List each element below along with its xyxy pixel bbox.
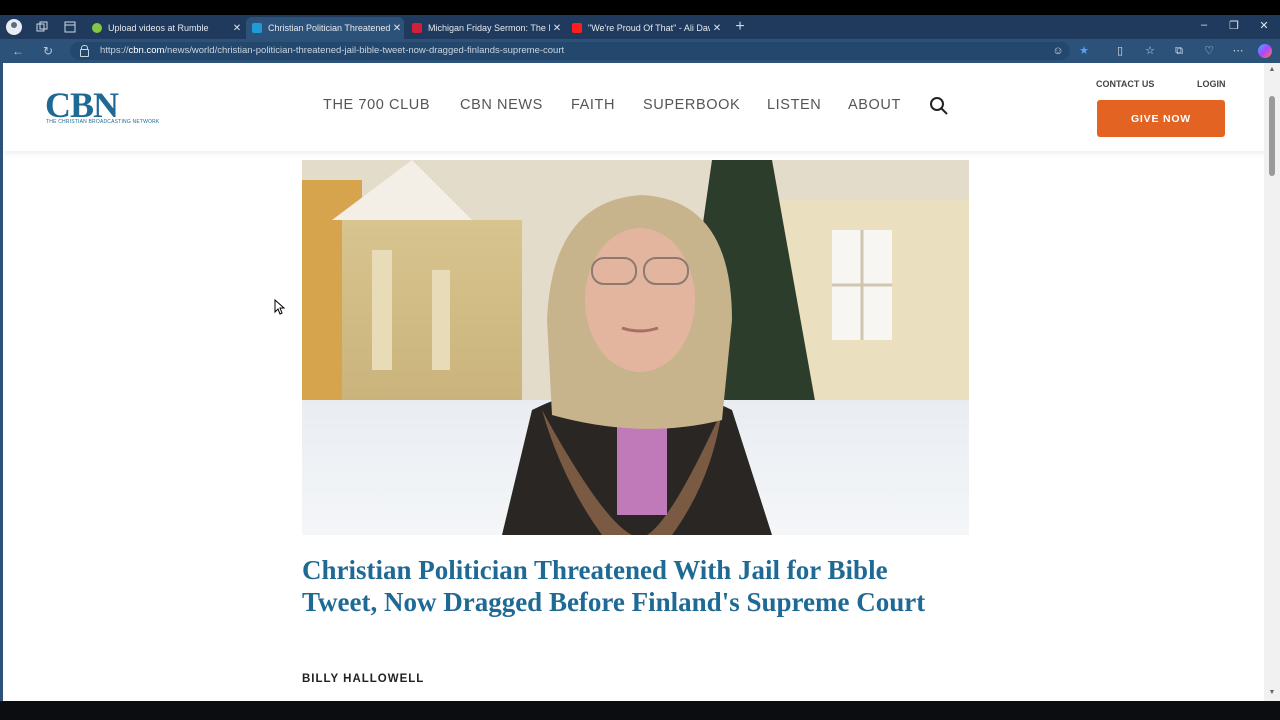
favorites-icon[interactable]: ☆ [1142, 43, 1158, 59]
close-icon[interactable]: ✕ [390, 23, 404, 34]
rumble-favicon-icon [92, 23, 102, 33]
more-icon[interactable]: ⋯ [1230, 43, 1246, 59]
logo-subtitle: THE CHRISTIAN BROADCASTING NETWORK [46, 119, 160, 125]
split-screen-icon[interactable]: ▯ [1112, 43, 1128, 59]
url-prefix: https:// [100, 45, 129, 56]
workspaces-icon[interactable] [34, 19, 50, 35]
reader-icon[interactable]: ☺ [1050, 43, 1066, 59]
favorite-star-icon[interactable]: ★ [1076, 43, 1092, 59]
nav-listen[interactable]: LISTEN [767, 97, 821, 113]
cbn-favicon-icon [252, 23, 262, 33]
login-link[interactable]: LOGIN [1197, 79, 1226, 89]
give-now-button[interactable]: GIVE NOW [1097, 100, 1225, 137]
sermon-favicon-icon [412, 23, 422, 33]
refresh-icon[interactable]: ↻ [40, 43, 56, 59]
window-close-icon[interactable]: ✕ [1256, 19, 1272, 32]
article-author[interactable]: BILLY HALLOWELL [302, 673, 424, 685]
url-path: /news/world/christian-politician-threate… [164, 45, 565, 56]
profile-icon[interactable] [6, 19, 22, 35]
site-header: CBN THE CHRISTIAN BROADCASTING NETWORK T… [3, 63, 1267, 151]
back-icon[interactable]: ← [10, 43, 26, 59]
url-text: https://cbn.com/news/world/christian-pol… [100, 42, 564, 60]
nav-cbn-news[interactable]: CBN NEWS [460, 97, 543, 113]
tab-youtube[interactable]: "We're Proud Of That" - Ali Dawah ✕ [566, 17, 724, 39]
tab-cbn-article[interactable]: Christian Politician Threatened Wi ✕ [246, 17, 404, 39]
bottom-strip [0, 701, 1280, 720]
youtube-favicon-icon [572, 23, 582, 33]
cbn-logo[interactable]: CBN THE CHRISTIAN BROADCASTING NETWORK [45, 87, 165, 127]
contact-us-link[interactable]: CONTACT US [1096, 79, 1154, 89]
article-title: Christian Politician Threatened With Jai… [302, 555, 926, 617]
lock-icon [80, 45, 89, 57]
mouse-cursor-icon [274, 299, 286, 315]
top-strip [0, 0, 1280, 15]
article-hero-image [302, 160, 969, 535]
nav-about[interactable]: ABOUT [848, 97, 901, 113]
search-icon[interactable] [929, 96, 949, 116]
tab-sermon[interactable]: Michigan Friday Sermon: The Mu ✕ [406, 17, 564, 39]
nav-faith[interactable]: FAITH [571, 97, 615, 113]
scroll-up-icon[interactable]: ▲ [1268, 66, 1276, 74]
collections-icon[interactable]: ⧉ [1171, 43, 1187, 59]
tab-title: "We're Proud Of That" - Ali Dawah [588, 23, 710, 33]
nav-the-700-club[interactable]: THE 700 CLUB [323, 97, 430, 113]
copilot-icon[interactable] [1258, 44, 1272, 58]
minimize-icon[interactable]: – [1196, 19, 1212, 31]
scroll-down-icon[interactable]: ▼ [1268, 689, 1276, 697]
tab-title: Michigan Friday Sermon: The Mu [428, 23, 550, 33]
close-icon[interactable]: ✕ [550, 23, 564, 34]
tab-actions-icon[interactable] [62, 19, 78, 35]
logo-text: CBN [45, 85, 119, 125]
close-icon[interactable]: ✕ [710, 23, 724, 34]
page-viewport: CBN THE CHRISTIAN BROADCASTING NETWORK T… [0, 63, 1280, 701]
tab-title: Upload videos at Rumble [108, 23, 209, 33]
close-icon[interactable]: ✕ [230, 23, 244, 34]
url-field[interactable]: https://cbn.com/news/world/christian-pol… [70, 42, 1070, 60]
tab-title: Christian Politician Threatened Wi [268, 23, 390, 33]
tab-rumble[interactable]: Upload videos at Rumble ✕ [86, 17, 244, 39]
url-host: cbn.com [128, 45, 165, 56]
nav-superbook[interactable]: SUPERBOOK [643, 97, 740, 113]
new-tab-icon[interactable]: + [732, 18, 748, 35]
browser-essentials-icon[interactable]: ♡ [1201, 43, 1217, 59]
browser-tabbar: Upload videos at Rumble ✕ Christian Poli… [0, 15, 1280, 39]
restore-icon[interactable]: ❐ [1226, 19, 1242, 32]
scroll-thumb[interactable] [1269, 96, 1275, 176]
page-scrollbar[interactable]: ▲ ▼ [1264, 63, 1280, 701]
browser-addressbar: ← ↻ https://cbn.com/news/world/christian… [0, 39, 1280, 63]
